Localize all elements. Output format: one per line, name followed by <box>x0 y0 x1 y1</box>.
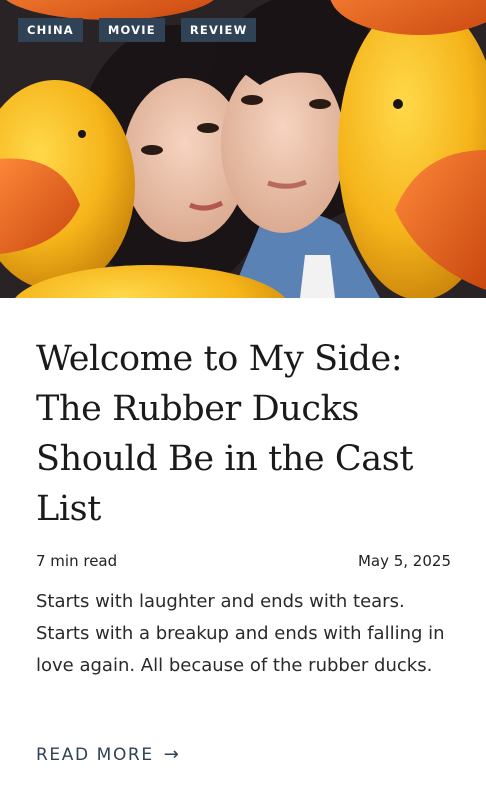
article-card: CHINA MOVIE REVIEW Welcome to My Side: T… <box>0 0 486 800</box>
article-meta: 7 min read May 5, 2025 <box>36 552 451 570</box>
read-more-label: READ MORE <box>36 744 154 765</box>
publish-date: May 5, 2025 <box>357 552 451 570</box>
read-more-link[interactable]: READ MORE → <box>36 744 179 765</box>
arrow-right-icon: → <box>163 744 179 765</box>
hero-image[interactable] <box>0 0 486 298</box>
hero-illustration <box>0 0 486 298</box>
tag-review[interactable]: REVIEW <box>180 18 257 42</box>
tag-list: CHINA MOVIE REVIEW <box>18 18 257 42</box>
article-title[interactable]: Welcome to My Side: The Rubber Ducks Sho… <box>36 334 456 534</box>
article-excerpt: Starts with laughter and ends with tears… <box>36 591 445 676</box>
tag-movie[interactable]: MOVIE <box>98 18 165 42</box>
read-time: 7 min read <box>36 552 118 570</box>
tag-china[interactable]: CHINA <box>18 18 83 42</box>
